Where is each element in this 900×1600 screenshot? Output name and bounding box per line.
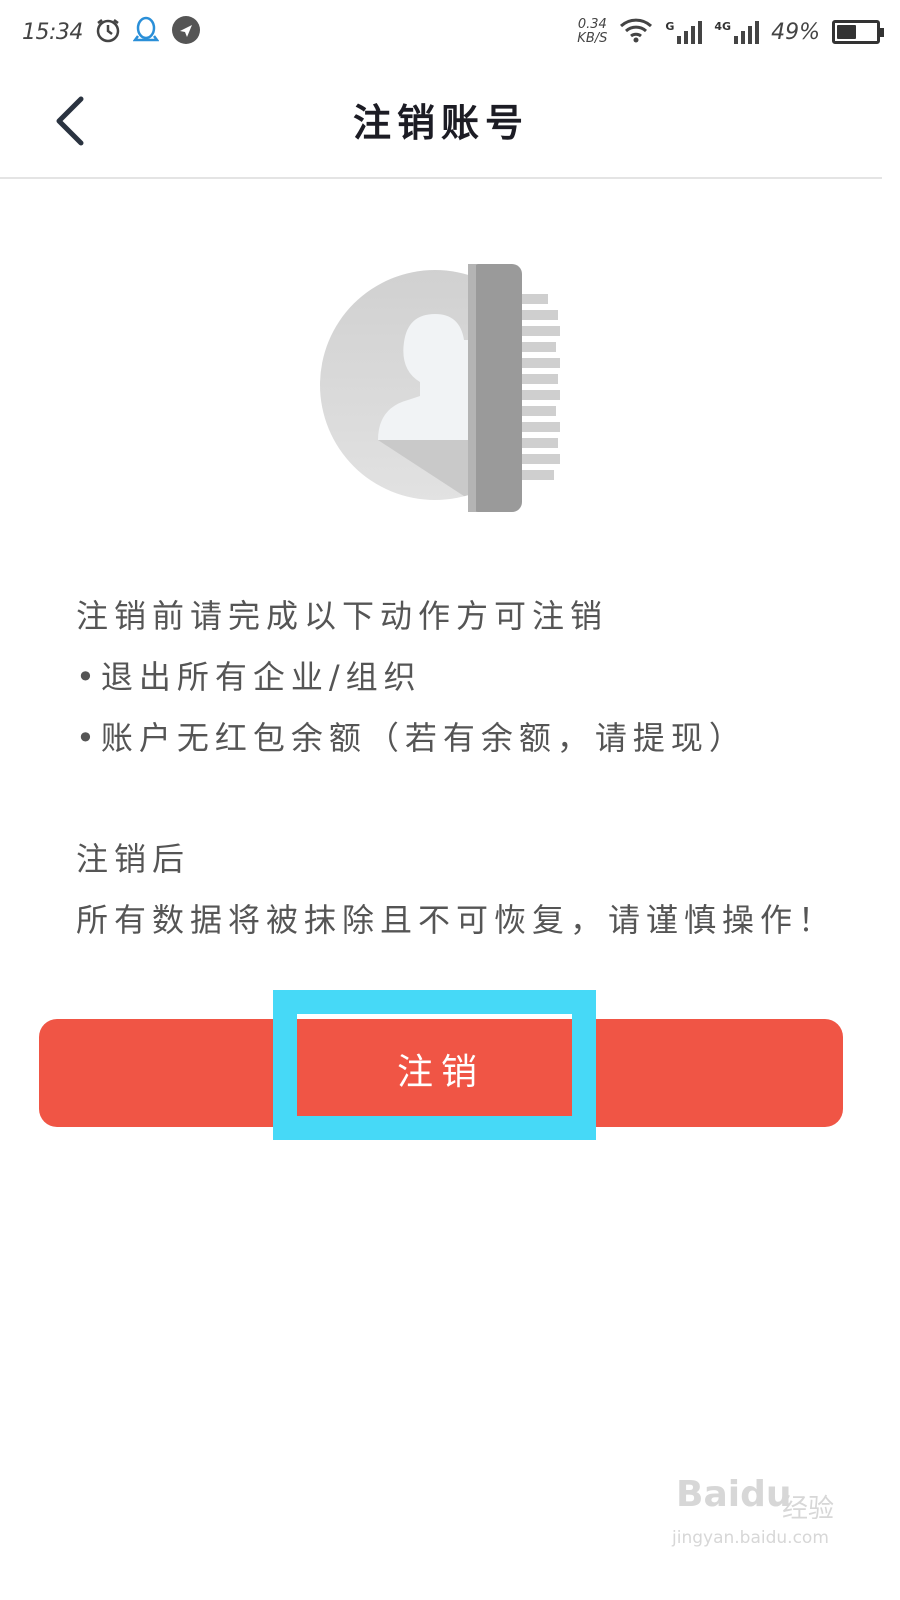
battery-percent: 49%: [771, 19, 820, 45]
battery-icon: [832, 20, 884, 44]
status-time: 15:34: [22, 19, 83, 45]
nav-bar: 注销账号: [0, 64, 882, 179]
location-icon: [171, 15, 201, 49]
network-speed: 0.34 KB/S: [577, 17, 608, 46]
requirement-item: •账户无红包余额（若有余额，请提现）: [76, 719, 747, 757]
qq-icon: [132, 16, 160, 48]
alarm-icon: [95, 17, 121, 47]
signal-4g-icon: 4G: [714, 20, 760, 44]
watermark-text: 经验: [782, 1494, 835, 1524]
watermark-brand: Baidu: [676, 1474, 792, 1515]
content-text: 注销前请完成以下动作方可注销 •退出所有企业/组织 •账户无红包余额（若有余额，…: [76, 586, 836, 951]
erase-account-icon: [300, 250, 600, 530]
requirement-item: •退出所有企业/组织: [76, 658, 422, 696]
cancel-account-button[interactable]: [39, 1019, 843, 1127]
watermark-logo: Baidu 经验 jingyan.baidu.com: [672, 1470, 862, 1560]
warning-text: 所有数据将被抹除且不可恢复，请谨慎操作！: [76, 901, 837, 939]
wifi-icon: [619, 17, 653, 47]
intro-text: 注销前请完成以下动作方可注销: [76, 597, 609, 635]
watermark-url: jingyan.baidu.com: [672, 1528, 829, 1548]
status-bar: 15:34 0.34 KB/S G 4G 49%: [0, 0, 900, 64]
signal-icon: G: [665, 20, 703, 44]
page-title: 注销账号: [352, 101, 529, 145]
after-heading: 注销后: [76, 840, 191, 878]
battery-level: [837, 25, 856, 39]
